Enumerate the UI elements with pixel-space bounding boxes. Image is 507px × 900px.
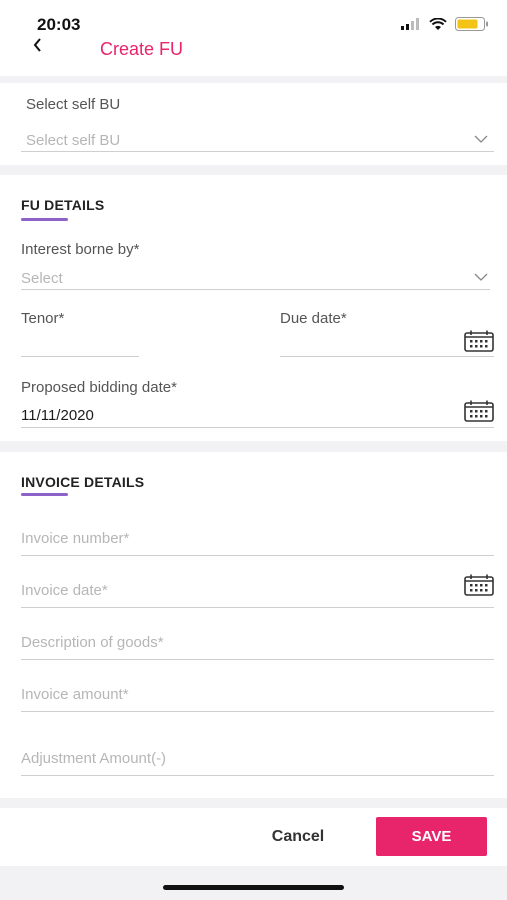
invoice-date-input[interactable]: Invoice date* <box>21 578 457 604</box>
invoice-number-input[interactable]: Invoice number* <box>21 526 494 552</box>
invoice-amount-divider <box>21 711 494 712</box>
calendar-icon[interactable] <box>464 574 494 596</box>
calendar-icon[interactable] <box>464 400 494 422</box>
signal-icon <box>401 18 419 30</box>
description-placeholder: Description of goods* <box>21 634 164 651</box>
bidding-date-divider <box>21 427 494 428</box>
description-divider <box>21 659 494 660</box>
save-button[interactable]: SAVE <box>376 817 487 856</box>
interest-borne-placeholder: Select <box>21 270 63 287</box>
chevron-left-icon <box>33 38 41 52</box>
adjustment-amount-divider <box>21 775 494 776</box>
back-button[interactable] <box>33 34 43 56</box>
header-bar: 20:03 Create FU <box>0 0 507 76</box>
calendar-icon[interactable] <box>464 330 494 352</box>
invoice-amount-input[interactable]: Invoice amount* <box>21 682 494 708</box>
bidding-date-value: 11/11/2020 <box>21 407 94 424</box>
adjustment-amount-input[interactable]: Adjustment Amount(-) <box>21 746 494 772</box>
fu-details-card: FU DETAILS Interest borne by* Select Ten… <box>0 175 507 441</box>
invoice-details-title: INVOICE DETAILS <box>21 474 145 490</box>
invoice-details-card: INVOICE DETAILS Invoice number* Invoice … <box>0 452 507 798</box>
self-bu-card: Select self BU Select self BU <box>0 83 507 165</box>
invoice-number-placeholder: Invoice number* <box>21 530 130 547</box>
self-bu-label: Select self BU <box>26 96 121 113</box>
bidding-date-input[interactable]: 11/11/2020 <box>21 403 457 427</box>
interest-borne-label: Interest borne by* <box>21 241 140 258</box>
interest-borne-select[interactable]: Select <box>21 267 490 289</box>
chevron-down-icon <box>474 273 488 281</box>
adjustment-amount-placeholder: Adjustment Amount(-) <box>21 750 167 767</box>
battery-icon <box>455 17 488 31</box>
fu-details-title: FU DETAILS <box>21 197 105 213</box>
self-bu-select[interactable]: Select self BU <box>21 129 494 151</box>
interest-borne-divider <box>21 289 490 290</box>
tenor-input[interactable] <box>21 330 139 356</box>
invoice-number-divider <box>21 555 494 556</box>
home-indicator <box>163 885 344 890</box>
invoice-date-divider <box>21 607 494 608</box>
self-bu-placeholder: Select self BU <box>26 132 121 149</box>
bidding-date-label: Proposed bidding date* <box>21 379 177 396</box>
description-input[interactable]: Description of goods* <box>21 630 494 656</box>
chevron-down-icon <box>474 135 488 143</box>
invoice-details-underline <box>21 493 68 496</box>
invoice-date-placeholder: Invoice date* <box>21 582 108 599</box>
invoice-amount-placeholder: Invoice amount* <box>21 686 129 703</box>
due-date-label: Due date* <box>280 310 347 327</box>
tenor-divider <box>21 356 139 357</box>
status-icons <box>401 17 489 31</box>
cancel-button[interactable]: Cancel <box>262 822 334 852</box>
fu-details-underline <box>21 218 68 221</box>
tenor-label: Tenor* <box>21 310 65 327</box>
due-date-input[interactable] <box>280 330 460 356</box>
wifi-icon <box>429 17 447 30</box>
page-title: Create FU <box>100 39 184 59</box>
due-date-divider <box>280 356 494 357</box>
self-bu-divider <box>21 151 494 152</box>
status-time: 20:03 <box>37 15 81 34</box>
